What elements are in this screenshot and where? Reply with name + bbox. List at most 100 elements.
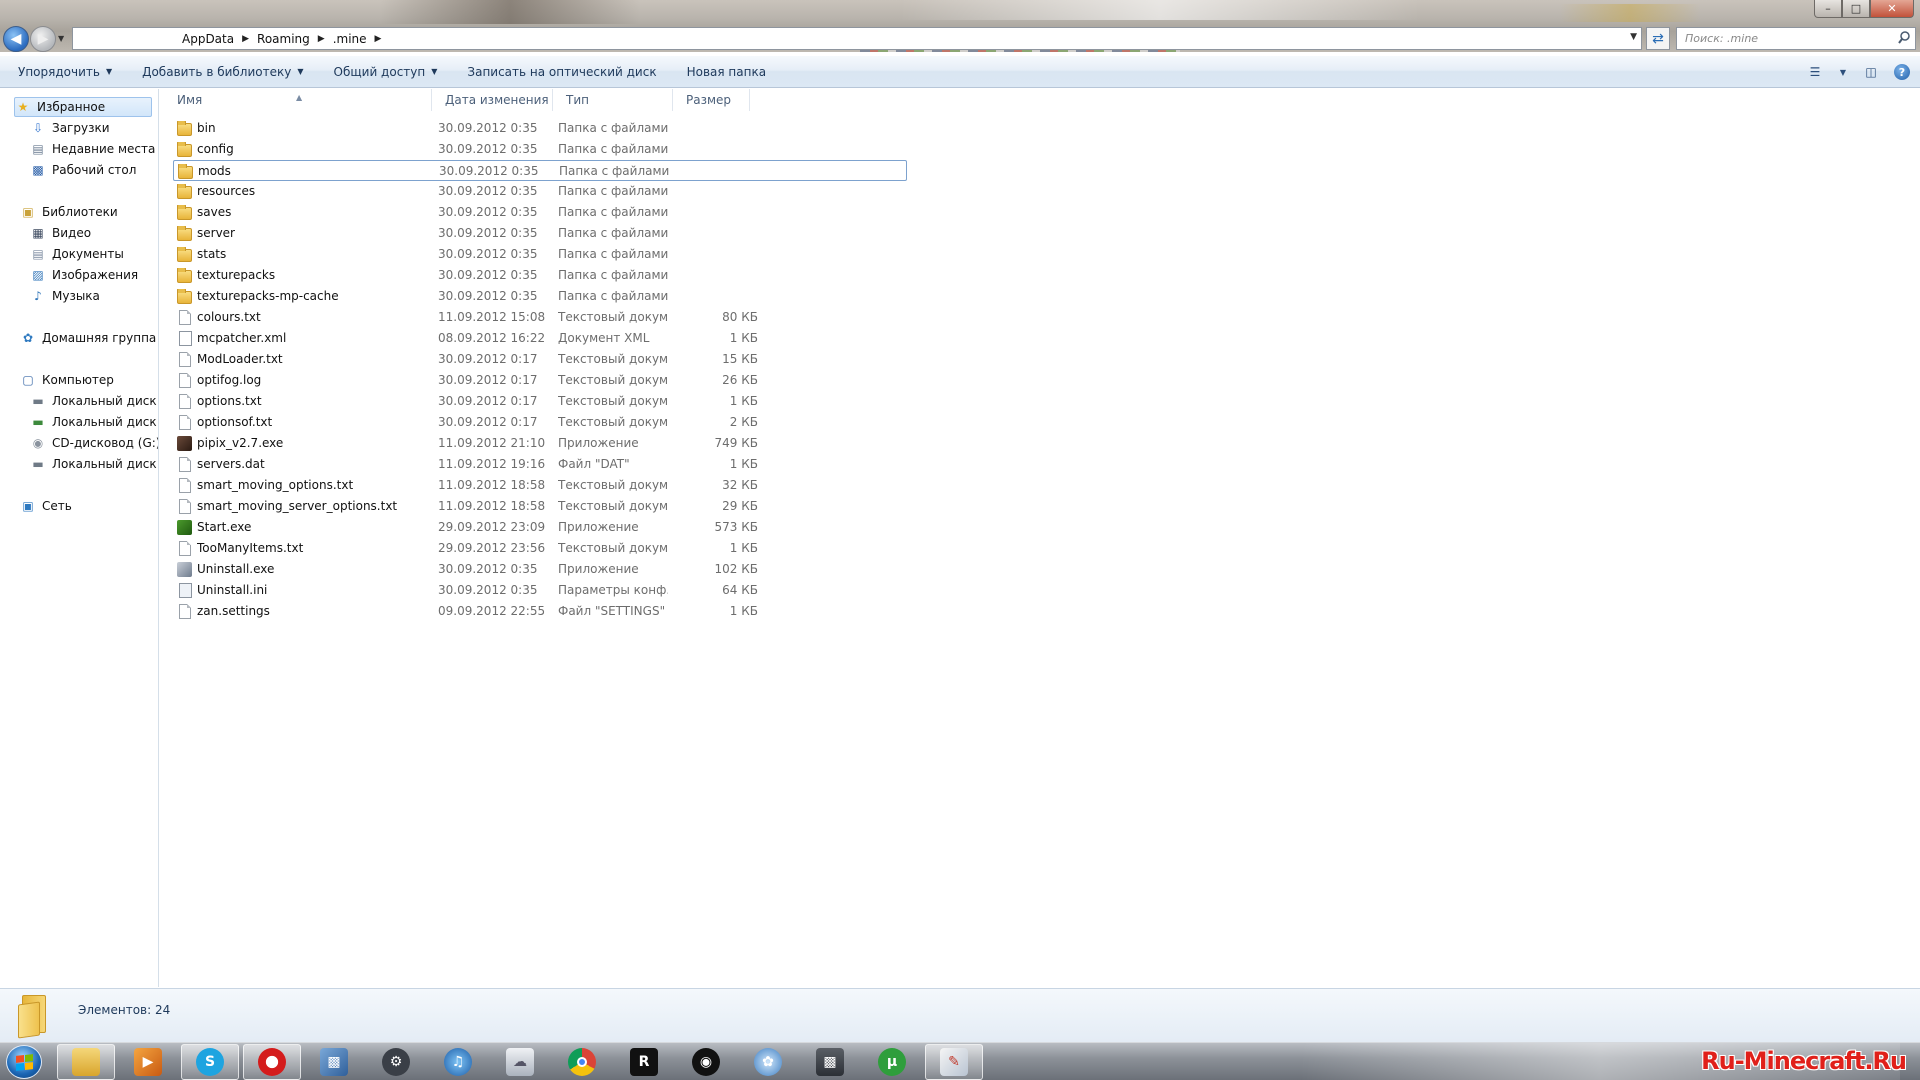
nav-libraries[interactable]: ▣ Библиотеки (20, 202, 158, 222)
nav-documents[interactable]: ▤ Документы (30, 244, 158, 264)
taskbar-app-control-panel[interactable]: ▩ (305, 1044, 363, 1080)
breadcrumb-mine[interactable]: .mine (327, 32, 373, 46)
file-name: optifog.log (197, 373, 262, 387)
add-to-library-menu[interactable]: Добавить в библиотеку ▼ (127, 56, 318, 88)
breadcrumb-appdata[interactable]: AppData (176, 32, 240, 46)
file-size (679, 161, 759, 182)
recent-pages-dropdown[interactable]: ▼ (58, 34, 64, 43)
text-file-icon (177, 541, 193, 556)
taskbar-app-paint[interactable]: ✎ (925, 1044, 983, 1080)
taskbar-app-opera[interactable] (243, 1044, 301, 1080)
search-box[interactable] (1676, 27, 1916, 50)
nav-music[interactable]: ♪ Музыка (30, 286, 158, 306)
chevron-right-icon[interactable]: ▶ (316, 34, 327, 44)
file-row[interactable]: zan.settings 09.09.2012 22:55 Файл "SETTIN… (173, 601, 907, 622)
breadcrumb-roaming[interactable]: Roaming (251, 32, 316, 46)
view-options-button[interactable]: ☰ (1806, 64, 1824, 80)
share-menu[interactable]: Общий доступ ▼ (319, 56, 453, 88)
file-row[interactable]: mods 30.09.2012 0:35 Папка с файлами (173, 160, 907, 181)
taskbar-app-cloud[interactable]: ☁ (491, 1044, 549, 1080)
column-header-name[interactable]: Имя ▲ (160, 89, 432, 111)
nav-disk-d[interactable]: ▬ Локальный диск (D (30, 412, 158, 432)
nav-downloads[interactable]: ⇩ Загрузки (30, 118, 158, 138)
taskbar-app-skype[interactable]: S (181, 1044, 239, 1080)
site-watermark: Ru-Minecraft.Ru (1701, 1047, 1907, 1075)
file-row[interactable]: saves 30.09.2012 0:35 Папка с файлами (173, 202, 907, 223)
back-button[interactable]: ◀ (3, 26, 29, 52)
command-bar-right: ☰ ▼ ◫ ? (1806, 56, 1910, 88)
nav-favorites[interactable]: ★ Избранное (14, 97, 152, 117)
nav-pictures[interactable]: ▨ Изображения (30, 265, 158, 285)
taskbar-app-network[interactable]: ✿ (739, 1044, 797, 1080)
nav-recent[interactable]: ▤ Недавние места (30, 139, 158, 159)
file-date: 30.09.2012 0:35 (438, 268, 538, 282)
file-row[interactable]: TooManyItems.txt 29.09.2012 23:56 Текстовы… (173, 538, 907, 559)
address-history-dropdown[interactable]: ▼ (1630, 32, 1637, 42)
address-bar[interactable]: AppData ▶ Roaming ▶ .mine ▶ ▼ (72, 27, 1642, 50)
cloud-icon: ☁ (506, 1048, 534, 1076)
nav-cd-g[interactable]: ◉ CD-дисковод (G:) (30, 433, 158, 453)
file-row[interactable]: colours.txt 11.09.2012 15:08 Текстовый док… (173, 307, 907, 328)
preview-pane-button[interactable]: ◫ (1862, 64, 1880, 80)
search-icon[interactable] (1898, 31, 1910, 45)
burn-button[interactable]: Записать на оптический диск (452, 56, 671, 88)
taskbar-app-rockstar[interactable]: R (615, 1044, 673, 1080)
file-row[interactable]: Uninstall.ini 30.09.2012 0:35 Параметры ко… (173, 580, 907, 601)
close-button[interactable]: ✕ (1870, 0, 1914, 18)
nav-disk-h[interactable]: ▬ Локальный диск (H (30, 454, 158, 474)
minimize-button[interactable]: – (1814, 0, 1842, 18)
nav-homegroup[interactable]: ✿ Домашняя группа (20, 328, 158, 348)
column-header-date[interactable]: Дата изменения (432, 89, 553, 111)
column-header-size[interactable]: Размер (673, 89, 750, 111)
new-folder-button[interactable]: Новая папка (672, 56, 781, 88)
maximize-button[interactable]: □ (1842, 0, 1870, 18)
file-row[interactable]: optifog.log 30.09.2012 0:17 Текстовый доку… (173, 370, 907, 391)
file-row[interactable]: Start.exe 29.09.2012 23:09 Приложение 573 К… (173, 517, 907, 538)
file-row[interactable]: pipix_v2.7.exe 11.09.2012 21:10 Приложение… (173, 433, 907, 454)
taskbar-app-media-player[interactable]: ▶ (119, 1044, 177, 1080)
file-row[interactable]: servers.dat 11.09.2012 19:16 Файл "DAT" 1 К… (173, 454, 907, 475)
column-header-type[interactable]: Тип (553, 89, 673, 111)
nav-network[interactable]: ▣ Сеть (20, 496, 158, 516)
search-input[interactable] (1685, 32, 1885, 45)
file-row[interactable]: server 30.09.2012 0:35 Папка с файлами (173, 223, 907, 244)
taskbar-app-chrome[interactable] (553, 1044, 611, 1080)
file-row[interactable]: config 30.09.2012 0:35 Папка с файлами (173, 139, 907, 160)
file-row[interactable]: stats 30.09.2012 0:35 Папка с файлами (173, 244, 907, 265)
nav-disk-c[interactable]: ▬ Локальный диск (C (30, 391, 158, 411)
file-row[interactable]: ModLoader.txt 30.09.2012 0:17 Текстовый до… (173, 349, 907, 370)
taskbar-app-steam[interactable]: ⚙ (367, 1044, 425, 1080)
file-row[interactable]: Uninstall.exe 30.09.2012 0:35 Приложение 10… (173, 559, 907, 580)
chevron-right-icon[interactable]: ▶ (240, 34, 251, 44)
file-row[interactable]: smart_moving_options.txt 11.09.2012 18:58… (173, 475, 907, 496)
cd-drive-icon: ◉ (32, 436, 44, 450)
file-row[interactable]: texturepacks 30.09.2012 0:35 Папка с файла… (173, 265, 907, 286)
organize-menu[interactable]: Упорядочить ▼ (0, 56, 127, 88)
refresh-button[interactable]: ⇄ (1646, 27, 1670, 50)
forward-button[interactable]: ▶ (30, 26, 56, 52)
file-row[interactable]: optionsof.txt 30.09.2012 0:17 Текстовый до… (173, 412, 907, 433)
taskbar-app-server[interactable]: ▩ (801, 1044, 859, 1080)
file-row[interactable]: options.txt 30.09.2012 0:17 Текстовый доку… (173, 391, 907, 412)
taskbar-app-panda[interactable]: ◉ (677, 1044, 735, 1080)
folder-icon (178, 164, 193, 179)
chevron-right-icon[interactable]: ▶ (373, 34, 384, 44)
file-row[interactable]: resources 30.09.2012 0:35 Папка с файлами (173, 181, 907, 202)
arrow-right-icon: ▶ (37, 31, 49, 47)
file-row[interactable]: bin 30.09.2012 0:35 Папка с файлами (173, 118, 907, 139)
taskbar-app-utorrent[interactable]: μ (863, 1044, 921, 1080)
file-row[interactable]: smart_moving_server_options.txt 11.09.201… (173, 496, 907, 517)
taskbar-app-itunes[interactable]: ♫ (429, 1044, 487, 1080)
taskbar-app-explorer[interactable] (57, 1044, 115, 1080)
file-size (678, 202, 758, 223)
nav-video[interactable]: ▦ Видео (30, 223, 158, 243)
nav-desktop[interactable]: ▩ Рабочий стол (30, 160, 158, 180)
nav-computer[interactable]: ▢ Компьютер (20, 370, 158, 390)
view-dropdown-button[interactable]: ▼ (1838, 64, 1848, 80)
help-icon[interactable]: ? (1894, 64, 1910, 80)
start-button[interactable] (6, 1045, 42, 1079)
file-row[interactable]: mcpatcher.xml 08.09.2012 16:22 Документ XM… (173, 328, 907, 349)
file-row[interactable]: texturepacks-mp-cache 30.09.2012 0:35 Папк… (173, 286, 907, 307)
file-date: 11.09.2012 21:10 (438, 436, 546, 450)
music-icon: ♪ (34, 289, 42, 303)
